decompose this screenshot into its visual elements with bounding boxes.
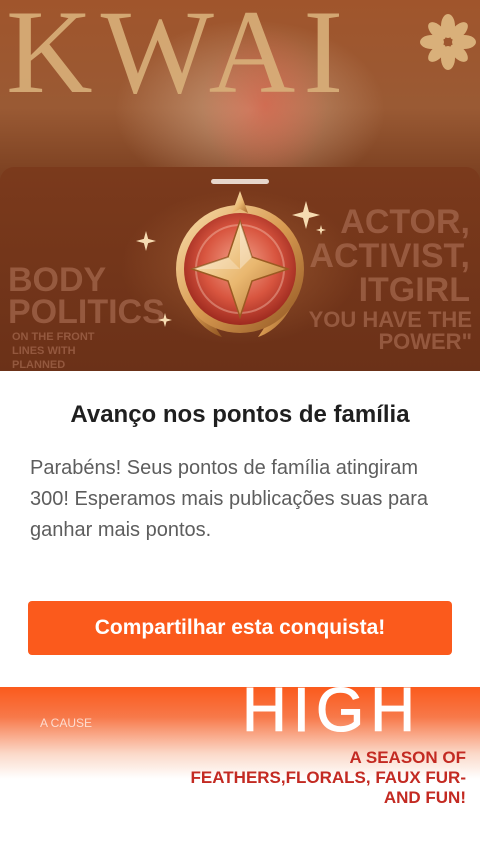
sheet-hero: BODY POLITICS ON THE FRONT LINES WITH PL…: [0, 167, 480, 371]
sparkle-icon: [136, 231, 156, 251]
bg-cause-text: A CAUSE: [40, 716, 93, 730]
flower-star-icon: [420, 14, 476, 70]
share-achievement-button[interactable]: Compartilhar esta conquista!: [28, 601, 452, 655]
bg-season-text: A SEASON OF FEATHERS,FLORALS, FAUX FUR-A…: [190, 748, 466, 807]
bg-small-text: ON THE FRONT LINES WITH PLANNED: [12, 331, 95, 371]
bg-body-text: BODY: [8, 261, 107, 299]
sparkle-icon: [158, 313, 172, 327]
background-cover-top: KWAI: [0, 0, 480, 180]
sparkle-icon: [316, 225, 326, 235]
dialog-message: Parabéns! Seus pontos de família atingir…: [30, 457, 428, 541]
bg-politics-text: POLITICS: [8, 293, 165, 331]
magazine-title: KWAI: [6, 0, 352, 118]
bg-high-text: HIGH: [242, 676, 421, 745]
share-button-label: Compartilhar esta conquista!: [94, 616, 386, 639]
dialog-title: Avanço nos pontos de família: [70, 401, 410, 428]
